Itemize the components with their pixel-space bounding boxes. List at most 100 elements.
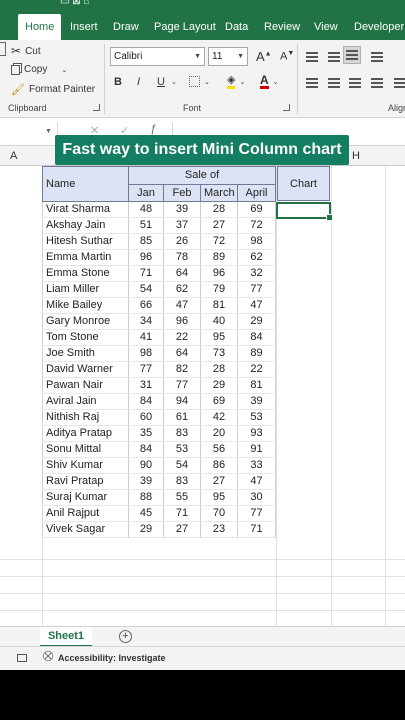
font-family-select[interactable]: Calibri ▼ [110,47,205,66]
value-cell[interactable]: 55 [163,489,201,506]
value-cell[interactable]: 28 [200,201,238,218]
name-cell[interactable]: Joe Smith [42,345,129,362]
sheet-tab-sheet1[interactable]: Sheet1 [40,627,92,647]
value-cell[interactable]: 72 [237,217,276,234]
value-cell[interactable]: 39 [237,393,276,410]
value-cell[interactable]: 84 [128,441,164,458]
value-cell[interactable]: 22 [237,361,276,378]
name-cell[interactable]: Tom Stone [42,329,129,346]
borders-button[interactable]: ⌄ [189,76,210,87]
value-cell[interactable]: 86 [200,457,238,474]
fill-color-button[interactable]: ◈ ⌄ [227,75,245,89]
paste-button[interactable] [0,42,6,56]
active-cell-selection[interactable] [276,202,333,221]
value-cell[interactable]: 77 [237,505,276,522]
decrease-indent-icon[interactable] [371,78,383,88]
add-sheet-icon[interactable]: + [119,630,132,643]
value-cell[interactable]: 77 [163,377,201,394]
value-cell[interactable]: 39 [163,201,201,218]
value-cell[interactable]: 41 [128,329,164,346]
month-header-april[interactable]: April [237,184,276,202]
tab-home[interactable]: Home [18,14,62,40]
value-cell[interactable]: 84 [128,393,164,410]
sale-of-header-cell[interactable]: Sale of [128,166,276,185]
value-cell[interactable]: 29 [237,313,276,330]
align-left-icon[interactable] [306,78,318,88]
tab-review[interactable]: Review [264,14,300,40]
insert-function-icon[interactable]: ƒ [150,123,156,135]
value-cell[interactable]: 81 [200,297,238,314]
name-cell[interactable]: Sonu Mittal [42,441,129,458]
accessibility-icon[interactable]: ⛒ [43,651,53,662]
value-cell[interactable]: 47 [163,297,201,314]
value-cell[interactable]: 60 [128,409,164,426]
value-cell[interactable]: 64 [163,345,201,362]
value-cell[interactable]: 53 [237,409,276,426]
month-header-jan[interactable]: Jan [128,184,164,202]
format-painter-button[interactable]: 🖌 Format Painter [11,83,95,96]
value-cell[interactable]: 34 [128,313,164,330]
value-cell[interactable]: 64 [163,265,201,282]
name-cell[interactable]: Pawan Nair [42,377,129,394]
value-cell[interactable]: 96 [128,249,164,266]
name-cell[interactable]: Ravi Pratap [42,473,129,490]
name-cell[interactable]: Gary Monroe [42,313,129,330]
value-cell[interactable]: 93 [237,425,276,442]
copy-button[interactable]: Copy ⌄ [11,64,67,75]
name-cell[interactable]: Akshay Jain [42,217,129,234]
value-cell[interactable]: 82 [163,361,201,378]
name-cell[interactable]: Vivek Sagar [42,521,129,538]
name-cell[interactable]: Aviral Jain [42,393,129,410]
value-cell[interactable]: 73 [200,345,238,362]
value-cell[interactable]: 45 [128,505,164,522]
value-cell[interactable]: 54 [128,281,164,298]
value-cell[interactable]: 84 [237,329,276,346]
spreadsheet-grid[interactable]: Name Sale of Jan Feb March April Virat S… [0,166,405,626]
name-cell[interactable]: Liam Miller [42,281,129,298]
bottom-align-button[interactable] [343,46,361,64]
value-cell[interactable]: 62 [237,249,276,266]
name-header-cell[interactable]: Name [42,166,129,202]
tab-view[interactable]: View [314,14,338,40]
increase-indent-icon[interactable] [394,78,405,88]
accessibility-status[interactable]: Accessibility: Investigate [58,653,166,663]
value-cell[interactable]: 98 [128,345,164,362]
value-cell[interactable]: 77 [128,361,164,378]
value-cell[interactable]: 61 [163,409,201,426]
value-cell[interactable]: 96 [200,265,238,282]
value-cell[interactable]: 47 [237,473,276,490]
value-cell[interactable]: 85 [128,233,164,250]
value-cell[interactable]: 77 [237,281,276,298]
name-cell[interactable]: Mike Bailey [42,297,129,314]
align-center-icon[interactable] [328,78,340,88]
value-cell[interactable]: 42 [200,409,238,426]
value-cell[interactable]: 81 [237,377,276,394]
value-cell[interactable]: 29 [128,521,164,538]
value-cell[interactable]: 69 [200,393,238,410]
name-cell[interactable]: Emma Martin [42,249,129,266]
value-cell[interactable]: 37 [163,217,201,234]
value-cell[interactable]: 27 [200,473,238,490]
underline-button[interactable]: U [157,76,165,88]
month-header-feb[interactable]: Feb [163,184,201,202]
value-cell[interactable]: 89 [200,249,238,266]
value-cell[interactable]: 89 [237,345,276,362]
value-cell[interactable]: 71 [128,265,164,282]
value-cell[interactable]: 35 [128,425,164,442]
value-cell[interactable]: 62 [163,281,201,298]
value-cell[interactable]: 91 [237,441,276,458]
value-cell[interactable]: 66 [128,297,164,314]
value-cell[interactable]: 90 [128,457,164,474]
value-cell[interactable]: 27 [200,217,238,234]
column-header-h[interactable]: H [352,146,360,166]
name-box-dropdown-icon[interactable]: ▼ [45,128,52,135]
name-cell[interactable]: Virat Sharma [42,201,129,218]
month-header-march[interactable]: March [200,184,238,202]
value-cell[interactable]: 22 [163,329,201,346]
value-cell[interactable]: 95 [200,329,238,346]
value-cell[interactable]: 30 [237,489,276,506]
value-cell[interactable]: 39 [128,473,164,490]
value-cell[interactable]: 47 [237,297,276,314]
middle-align-icon[interactable] [328,52,340,62]
value-cell[interactable]: 23 [200,521,238,538]
